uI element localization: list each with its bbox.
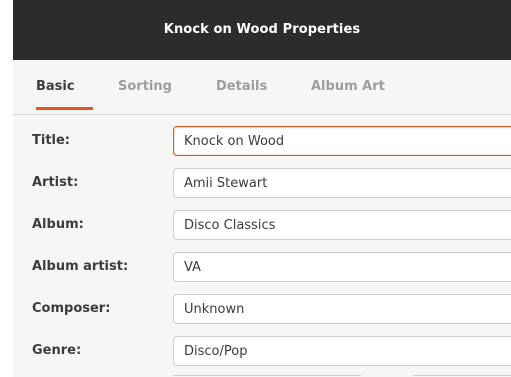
tab-bar: Basic Sorting Details Album Art (13, 60, 511, 115)
artist-label: Artist: (32, 175, 79, 190)
title-input[interactable] (173, 126, 511, 156)
composer-input[interactable] (173, 294, 511, 324)
genre-label: Genre: (32, 343, 82, 358)
album-artist-input[interactable] (173, 252, 511, 282)
tab-album-art[interactable]: Album Art (311, 74, 385, 100)
album-artist-label: Album artist: (32, 259, 129, 274)
properties-dialog: Knock on Wood Properties Basic Sorting D… (0, 0, 511, 377)
dialog-body: Basic Sorting Details Album Art Title: A… (13, 60, 511, 377)
window-title: Knock on Wood Properties (163, 22, 361, 37)
album-input[interactable] (173, 210, 511, 240)
tab-basic[interactable]: Basic (36, 74, 75, 100)
artist-input[interactable] (173, 168, 511, 198)
titlebar[interactable]: Knock on Wood Properties (13, 0, 511, 60)
title-label: Title: (32, 133, 71, 148)
album-label: Album: (32, 217, 84, 232)
genre-input[interactable] (173, 336, 511, 366)
active-tab-indicator (36, 107, 93, 110)
composer-label: Composer: (32, 301, 111, 316)
background-edge (0, 0, 13, 377)
tab-sorting[interactable]: Sorting (118, 74, 172, 100)
tab-details[interactable]: Details (216, 74, 267, 100)
